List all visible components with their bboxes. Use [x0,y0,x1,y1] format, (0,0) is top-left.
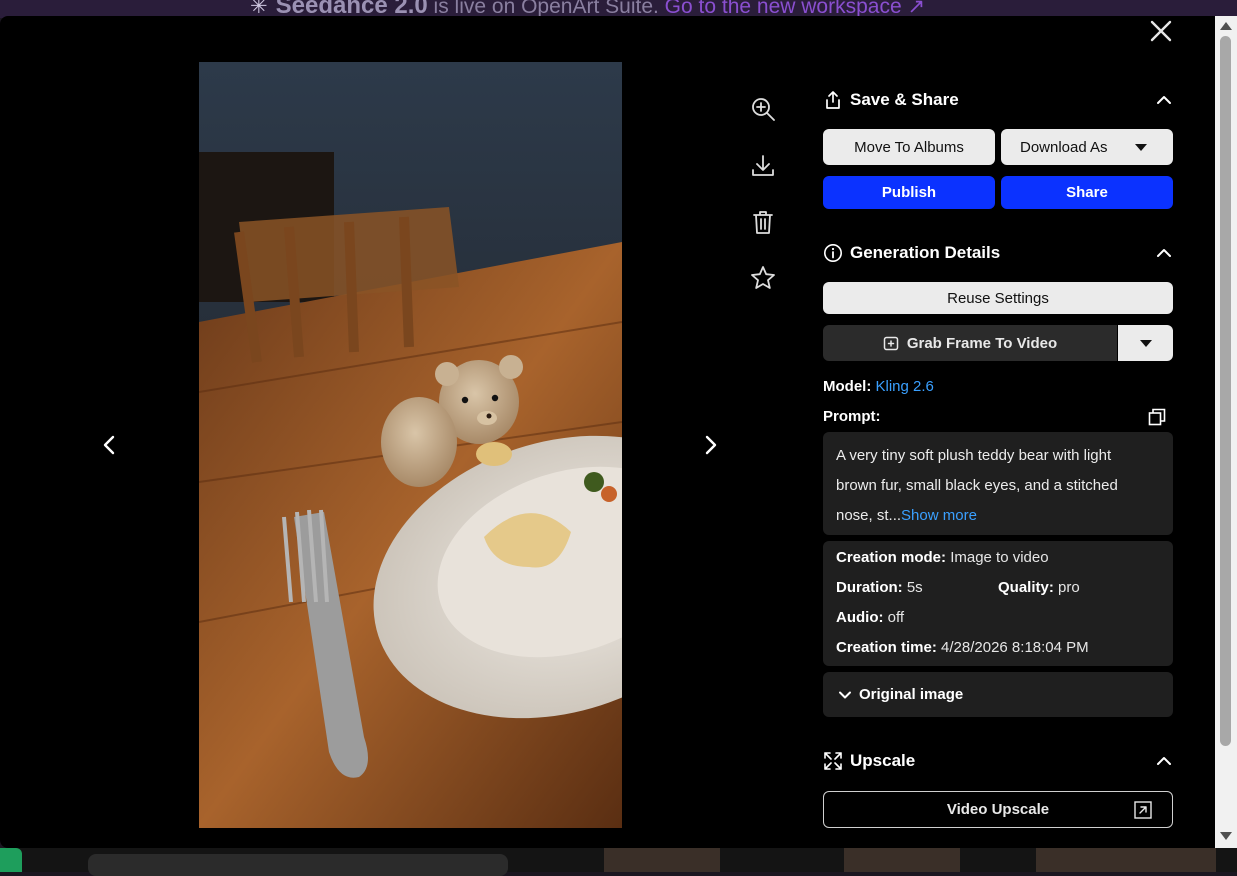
audio-row: Audio: off [836,609,904,626]
scrollbar[interactable] [1215,16,1237,848]
upscale-title: Upscale [850,751,916,770]
video-upscale-label: Video Upscale [946,801,1050,818]
creation-mode-value: Image to video [950,549,1049,566]
download-button[interactable] [749,152,777,180]
prompt-label: Prompt: [823,408,881,425]
audio-label: Audio: [836,609,884,626]
scroll-thumb[interactable] [1220,36,1231,746]
delete-button[interactable] [749,208,777,236]
move-to-albums-button[interactable]: Move To Albums [823,129,995,165]
external-link-icon [1134,801,1152,819]
star-icon [751,266,775,289]
generation-details-header: Generation Details [823,240,1173,266]
chevron-up-icon[interactable] [1155,752,1173,770]
zoom-in-icon [752,98,775,121]
model-row: Model: Kling 2.6 [823,378,934,395]
share-icon [826,91,840,109]
grab-frame-to-video-button[interactable]: Grab Frame To Video [823,325,1117,361]
expand-icon [824,752,842,770]
quality-value: pro [1058,579,1080,596]
creation-time-label: Creation time: [836,639,937,656]
caret-down-icon [1135,144,1147,151]
show-more-link[interactable]: Show more [901,507,977,524]
quality-label: Quality: [998,579,1054,596]
close-button[interactable] [1148,18,1174,44]
chevron-up-icon[interactable] [1155,91,1173,109]
creation-time-value: 4/28/2026 8:18:04 PM [941,639,1089,656]
generated-image [199,62,622,828]
chevron-down-icon [839,691,851,698]
publish-label: Publish [881,184,937,201]
zoom-in-button[interactable] [749,95,777,123]
chevron-up-icon[interactable] [1155,244,1173,262]
background-thumbnail [604,848,720,872]
video-upscale-button[interactable]: Video Upscale [823,791,1173,828]
quality-row: Quality: pro [998,579,1080,596]
trash-icon [753,211,773,234]
share-label: Share [1066,184,1108,201]
original-image-label: Original image [859,686,964,703]
save-share-header: Save & Share [823,87,1173,113]
background-thumbnail [844,848,960,872]
model-link[interactable]: Kling 2.6 [876,378,934,395]
prompt-text: A very tiny soft plush teddy bear with l… [836,441,1156,531]
reuse-settings-label: Reuse Settings [947,289,1049,307]
share-button[interactable]: Share [1001,176,1173,209]
creation-time-row: Creation time: 4/28/2026 8:18:04 PM [836,639,1089,656]
chevron-left-icon [103,435,115,455]
duration-value: 5s [906,579,923,596]
chevron-right-icon [705,435,717,455]
add-frame-icon [883,336,899,350]
scroll-down-arrow-icon[interactable] [1220,832,1232,840]
background-green-tab [0,848,22,872]
background-thumbnail [1036,848,1216,872]
download-as-button[interactable]: Download As [1001,129,1173,165]
close-icon [1150,20,1172,42]
grab-frame-options-button[interactable] [1118,325,1173,361]
publish-button[interactable]: Publish [823,176,995,209]
duration-label: Duration: [836,579,903,596]
upscale-header: Upscale [823,748,1173,774]
save-share-title: Save & Share [850,90,959,109]
creation-mode-row: Creation mode: Image to video [836,549,1049,566]
model-label: Model: [823,378,872,395]
copy-icon[interactable] [1148,408,1166,426]
prompt-label-row: Prompt: [823,408,881,425]
duration-row: Duration: 5s [836,579,923,596]
audio-value: off [887,609,905,626]
reuse-settings-button[interactable]: Reuse Settings [823,282,1173,314]
scroll-up-arrow-icon[interactable] [1220,22,1232,30]
generation-details-title: Generation Details [850,243,1001,262]
previous-button[interactable] [98,433,122,457]
caret-down-icon [1140,340,1152,347]
download-as-label: Download As [1020,138,1108,156]
grab-frame-label: Grab Frame To Video [906,334,1058,352]
next-button[interactable] [698,433,722,457]
original-image-toggle[interactable]: Original image [823,672,1173,717]
move-to-albums-label: Move To Albums [854,138,964,156]
creation-mode-label: Creation mode: [836,549,947,566]
info-icon [824,244,842,262]
background-input [88,854,508,876]
favorite-button[interactable] [749,264,777,292]
download-icon [752,155,774,176]
